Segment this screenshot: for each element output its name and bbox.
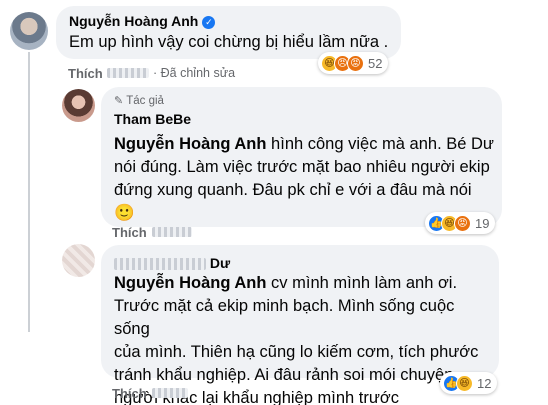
reaction-count: 19 [475, 215, 490, 231]
text-line: hình công việc mà anh. Bé Dư [266, 135, 494, 153]
author-badge: ✎ Tác giả [114, 94, 164, 108]
thread-line [28, 52, 30, 332]
text-line: tránh khẩu nghiệp. Ai đâu rảnh soi mói c… [114, 366, 454, 384]
avatar[interactable] [62, 244, 95, 277]
reaction-count: 12 [477, 375, 492, 391]
text-line: Trước mặt cả ekip minh bạch. Mình sống c… [114, 297, 455, 338]
avatar[interactable] [10, 12, 48, 50]
like-link[interactable]: Thích [112, 386, 147, 401]
edited-label[interactable]: · Đã chỉnh sửa [153, 66, 235, 80]
pencil-icon: ✎ [114, 95, 124, 107]
comment-author[interactable]: Dư [114, 255, 230, 271]
mention-link[interactable]: Nguyễn Hoàng Anh [114, 274, 266, 292]
author-name[interactable]: Nguyễn Hoàng Anh [69, 13, 198, 29]
author-name-suffix[interactable]: Dư [210, 255, 230, 271]
comment-text: Em up hình vậy coi chừng bị hiểu lầm nữa… [69, 33, 389, 51]
edited-text: Đã chỉnh sửa [160, 66, 236, 80]
comment-text: Nguyễn Hoàng Anh cv mình mình làm anh ơi… [114, 272, 494, 405]
blurred-link [152, 227, 192, 237]
haha-icon: 😆 [456, 374, 473, 392]
avatar[interactable] [62, 89, 95, 122]
angry-icon: 😡 [454, 214, 471, 232]
blurred-link [152, 388, 188, 398]
author-name[interactable]: Tham BeBe [114, 111, 191, 127]
reaction-summary[interactable]: 😆 😠 😡 52 [318, 52, 389, 74]
reaction-summary[interactable]: 👍 😆 😡 19 [425, 212, 496, 234]
angry-icon: 😡 [347, 54, 364, 72]
like-link[interactable]: Thích [68, 66, 103, 81]
blurred-link [107, 68, 149, 78]
like-link[interactable]: Thích [112, 225, 147, 240]
reaction-summary[interactable]: 👍 😆 12 [440, 372, 498, 394]
text-line: cv mình mình làm anh ơi. [266, 274, 458, 292]
verified-badge-icon: ✓ [202, 16, 216, 29]
blurred-author-name [114, 258, 206, 271]
text-line: của mình. Thiên hạ cũng lo kiếm cơm, tíc… [114, 343, 479, 361]
text-line: nói đúng. Làm việc trước mặt bao nhiêu n… [114, 158, 490, 176]
reaction-count: 52 [368, 55, 383, 71]
author-badge-label: Tác giả [126, 94, 164, 107]
text-line: đứng xung quanh. Đâu pk chỉ e với a đâu … [114, 181, 472, 199]
comment-author[interactable]: Nguyễn Hoàng Anh ✓ [69, 13, 216, 29]
mention-link[interactable]: Nguyễn Hoàng Anh [114, 135, 266, 153]
